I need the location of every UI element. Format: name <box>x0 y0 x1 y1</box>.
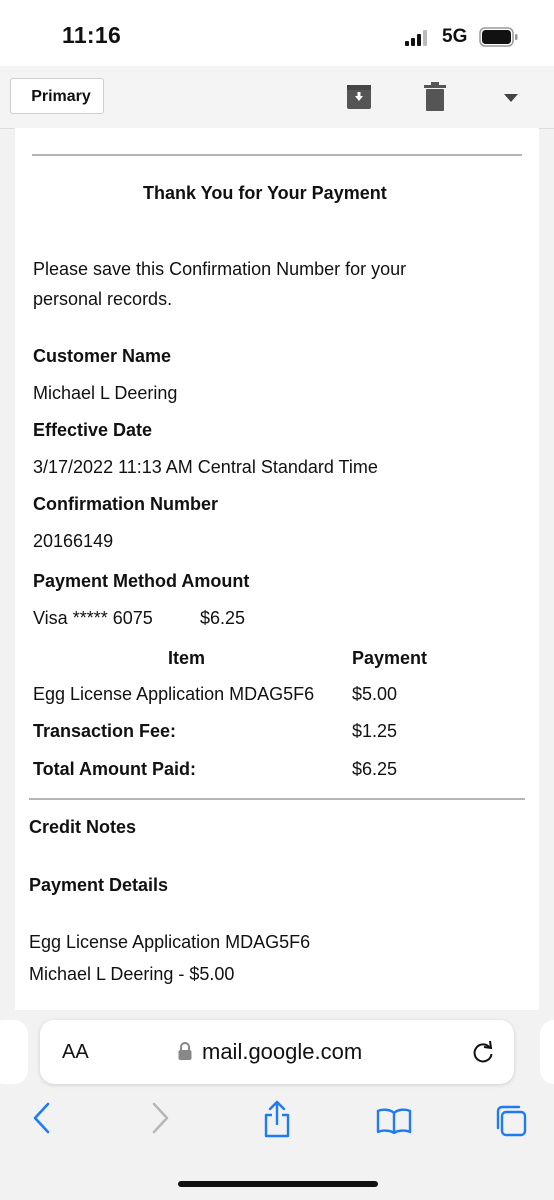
email-body: Thank You for Your Payment Please save t… <box>15 128 539 1010</box>
confirmation-number-label: Confirmation Number <box>33 494 219 514</box>
signal-icon <box>405 30 427 46</box>
reload-icon[interactable] <box>470 1039 496 1065</box>
share-icon[interactable] <box>262 1100 292 1138</box>
table-header-item: Item <box>168 648 206 668</box>
email-heading: Thank You for Your Payment <box>143 183 387 203</box>
text-size-button[interactable]: AA <box>62 1041 89 1064</box>
mail-toolbar: Primary <box>0 66 554 129</box>
home-indicator[interactable] <box>178 1181 378 1187</box>
table-header-payment: Payment <box>352 648 428 668</box>
payment-method-label: Payment Method Amount <box>33 571 250 591</box>
status-bar: 11:16 5G <box>0 0 554 66</box>
payment-details-label: Payment Details <box>29 875 169 895</box>
intro-line-1: Please save this Confirmation Number for… <box>33 259 407 279</box>
forward-arrow-icon[interactable] <box>148 1100 172 1136</box>
delete-trash-icon[interactable] <box>424 82 446 112</box>
status-time: 11:16 <box>62 22 122 48</box>
effective-date-value: 3/17/2022 11:13 AM Central Standard Time <box>33 457 378 477</box>
divider-top <box>32 154 522 156</box>
previous-tab-preview[interactable] <box>0 1020 28 1084</box>
divider-bottom <box>29 798 525 800</box>
total-paid-label: Total Amount Paid: <box>33 759 196 779</box>
next-tab-preview[interactable] <box>540 1020 554 1084</box>
payment-amount-value: $6.25 <box>200 608 246 628</box>
lock-icon <box>178 1042 192 1060</box>
primary-back-button[interactable]: Primary <box>10 78 104 114</box>
address-bar[interactable]: AA mail.google.com <box>40 1020 514 1084</box>
details-line-2: Michael L Deering - $5.00 <box>29 964 235 984</box>
table-item-amount: $5.00 <box>352 684 398 704</box>
confirmation-number-value: 20166149 <box>33 531 114 551</box>
details-line-1: Egg License Application MDAG5F6 <box>29 932 311 952</box>
url-text[interactable]: mail.google.com <box>202 1039 362 1065</box>
archive-icon[interactable] <box>346 82 372 110</box>
customer-name-value: Michael L Deering <box>33 383 178 403</box>
payment-method-value: Visa ***** 6075 <box>33 608 153 628</box>
network-type: 5G <box>442 26 468 47</box>
transaction-fee-amount: $1.25 <box>352 721 398 741</box>
browser-bottom-bar: AA mail.google.com <box>0 1012 554 1200</box>
tabs-icon[interactable] <box>494 1104 528 1138</box>
battery-icon <box>479 27 518 47</box>
table-item-name: Egg License Application MDAG5F6 <box>33 684 315 704</box>
total-paid-amount: $6.25 <box>352 759 398 779</box>
bookmarks-icon[interactable] <box>376 1108 412 1134</box>
back-arrow-icon[interactable] <box>30 1100 54 1136</box>
transaction-fee-label: Transaction Fee: <box>33 721 177 741</box>
more-dropdown-icon[interactable] <box>504 94 518 102</box>
customer-name-label: Customer Name <box>33 346 172 366</box>
credit-notes-label: Credit Notes <box>29 817 137 837</box>
intro-line-2: personal records. <box>33 289 173 309</box>
effective-date-label: Effective Date <box>33 420 153 440</box>
